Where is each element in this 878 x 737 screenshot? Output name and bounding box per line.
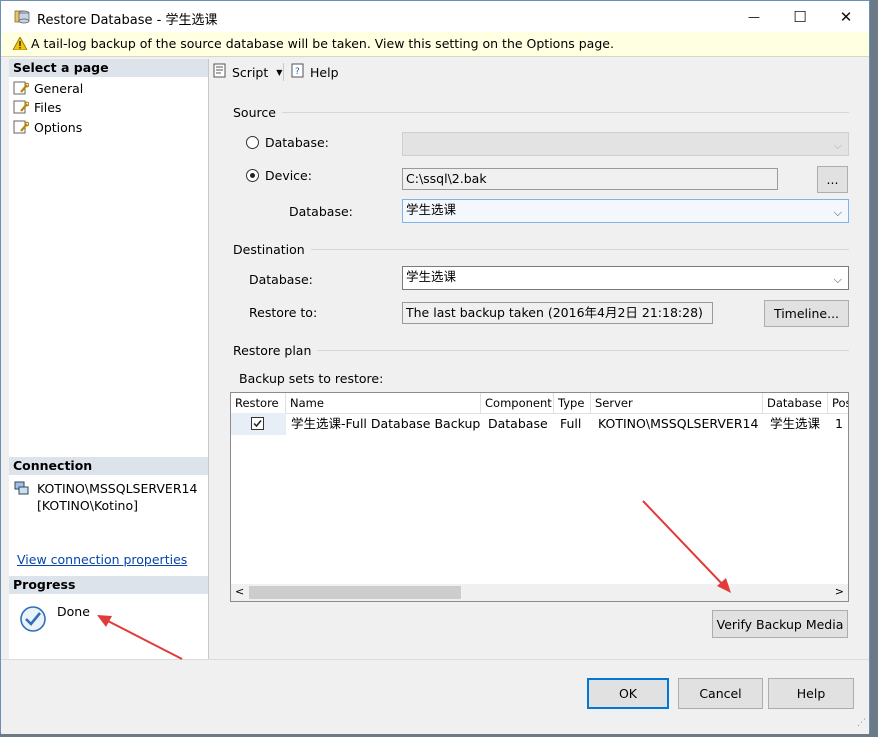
annotation-arrow-done <box>97 615 183 660</box>
annotation-arrow-verify <box>642 500 731 593</box>
annotation-overlay <box>97 500 731 660</box>
